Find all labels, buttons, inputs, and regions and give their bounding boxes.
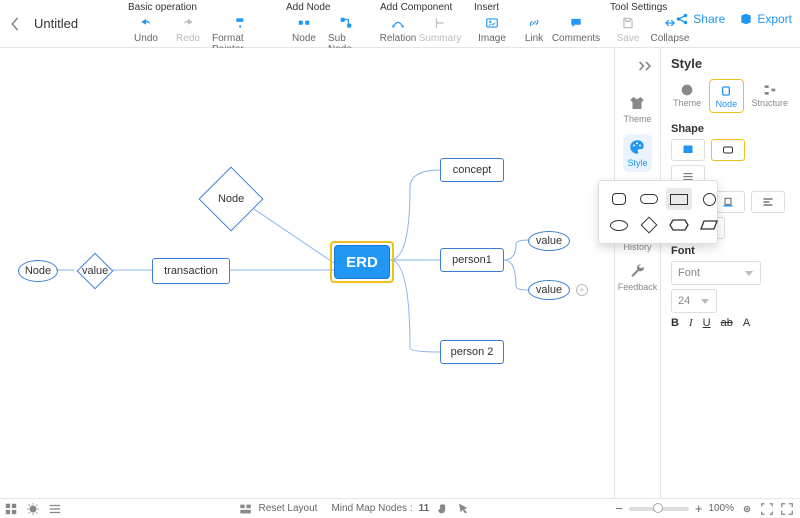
relation-icon: [390, 15, 406, 31]
main-area: Node value transaction Node ERD concept …: [0, 48, 800, 498]
insert-comments-button[interactable]: Comments: [558, 15, 594, 44]
italic-button[interactable]: I: [689, 317, 693, 329]
shape-rectangle[interactable]: [666, 188, 692, 210]
color-icon: [679, 82, 695, 98]
font-section-label: Font: [671, 245, 790, 257]
back-button[interactable]: [0, 0, 30, 47]
zoom-out-button[interactable]: −: [615, 501, 623, 516]
shape-circle[interactable]: [696, 188, 722, 210]
group-insert: Insert Image Link Comments: [466, 0, 602, 47]
brightness-icon[interactable]: [26, 502, 40, 516]
grid-icon[interactable]: [48, 502, 62, 516]
cursor-tool-icon[interactable]: [455, 502, 469, 516]
link-icon: [526, 15, 542, 31]
shape-pill[interactable]: [636, 188, 662, 210]
font-size-select[interactable]: 24: [671, 289, 717, 313]
zoom-value: 100%: [708, 503, 734, 514]
zoom-in-button[interactable]: +: [695, 501, 703, 516]
shirt-icon: [628, 94, 646, 112]
hand-tool-icon[interactable]: [435, 502, 449, 516]
subtab-structure[interactable]: Structure: [750, 79, 791, 113]
document-title[interactable]: Untitled: [30, 0, 120, 47]
subtab-theme[interactable]: Theme: [671, 79, 703, 113]
group-title: Basic operation: [128, 2, 270, 13]
group-add-node: Add Node Node Sub Node: [278, 0, 372, 47]
font-family-select[interactable]: Font: [671, 261, 761, 285]
group-title: Add Component: [380, 2, 458, 13]
status-bar: Reset Layout Mind Map Nodes : 11 − + 100…: [0, 498, 800, 518]
strikethrough-button[interactable]: ab: [721, 317, 733, 329]
entity-person1[interactable]: person1: [440, 248, 504, 272]
panel-title: Style: [671, 56, 790, 71]
share-button[interactable]: Share: [675, 12, 725, 26]
diagram-canvas[interactable]: Node value transaction Node ERD concept …: [0, 48, 614, 498]
node-count-label: Mind Map Nodes :: [331, 503, 412, 514]
summary-button[interactable]: Summary: [422, 15, 458, 44]
group-title: Add Node: [286, 2, 364, 13]
entity-transaction[interactable]: transaction: [152, 258, 230, 284]
font-color-button[interactable]: A: [743, 317, 750, 329]
top-right-actions: Share Export: [675, 12, 792, 26]
shape-diamond[interactable]: [636, 214, 662, 236]
tab-style[interactable]: Style: [623, 134, 651, 172]
export-icon: [739, 12, 753, 26]
entity-value-oval-1[interactable]: value: [528, 231, 570, 251]
save-icon: [620, 15, 636, 31]
entity-concept[interactable]: concept: [440, 158, 504, 182]
shape-rounded-square[interactable]: [606, 188, 632, 210]
summary-icon: [432, 15, 448, 31]
bold-button[interactable]: B: [671, 317, 679, 329]
side-icon-tabs: Theme Style Icon History Feedback: [614, 48, 660, 498]
align-control[interactable]: [751, 191, 785, 213]
node-count-value: 11: [419, 503, 430, 514]
tab-theme[interactable]: Theme: [623, 94, 651, 124]
export-button[interactable]: Export: [739, 12, 792, 26]
tab-feedback[interactable]: Feedback: [618, 262, 658, 292]
group-add-component: Add Component Relation Summary: [372, 0, 466, 47]
format-painter-icon: [233, 15, 249, 31]
share-icon: [675, 12, 689, 26]
collapse-panel-button[interactable]: [615, 60, 660, 84]
shape-parallelogram[interactable]: [696, 214, 722, 236]
subtab-node[interactable]: Node: [709, 79, 743, 113]
save-button[interactable]: Save: [610, 15, 646, 44]
underline-button[interactable]: U: [703, 317, 711, 329]
subnode-icon: [338, 15, 354, 31]
entity-person2[interactable]: person 2: [440, 340, 504, 364]
group-title: Insert: [474, 2, 594, 13]
relation-button[interactable]: Relation: [380, 15, 416, 44]
wrench-icon: [629, 262, 647, 280]
insert-link-button[interactable]: Link: [516, 15, 552, 44]
zoom-slider[interactable]: [629, 507, 689, 511]
undo-icon: [138, 15, 154, 31]
node-shape-icon: [718, 83, 734, 99]
node-icon: [296, 15, 312, 31]
layers-icon[interactable]: [4, 502, 18, 516]
fit-screen-icon[interactable]: [740, 502, 754, 516]
add-child-button[interactable]: +: [576, 284, 588, 296]
image-icon: [484, 15, 500, 31]
entity-node-oval[interactable]: Node: [18, 260, 58, 282]
palette-icon: [628, 138, 646, 156]
group-basic-operation: Basic operation Undo Redo Format Painter: [120, 0, 278, 47]
reset-layout-button[interactable]: Reset Layout: [259, 503, 318, 514]
style-panel: Style Theme Node Structure Shape Font Fo…: [660, 48, 800, 498]
reset-layout-icon[interactable]: [239, 502, 253, 516]
top-toolbar: Untitled Basic operation Undo Redo Forma…: [0, 0, 800, 48]
comments-icon: [568, 15, 584, 31]
fullscreen-icon[interactable]: [780, 502, 794, 516]
entity-value-oval-2[interactable]: value: [528, 280, 570, 300]
shape-popover: [598, 180, 718, 244]
focus-icon[interactable]: [760, 502, 774, 516]
central-node-erd[interactable]: ERD: [334, 245, 390, 279]
redo-icon: [180, 15, 196, 31]
insert-image-button[interactable]: Image: [474, 15, 510, 44]
shape-hexagon[interactable]: [666, 214, 692, 236]
shape-picker-control[interactable]: [711, 139, 745, 161]
fill-color-control[interactable]: [671, 139, 705, 161]
shape-section-label: Shape: [671, 123, 790, 135]
structure-icon: [762, 82, 778, 98]
shape-ellipse[interactable]: [606, 214, 632, 236]
style-subtabs: Theme Node Structure: [671, 79, 790, 113]
